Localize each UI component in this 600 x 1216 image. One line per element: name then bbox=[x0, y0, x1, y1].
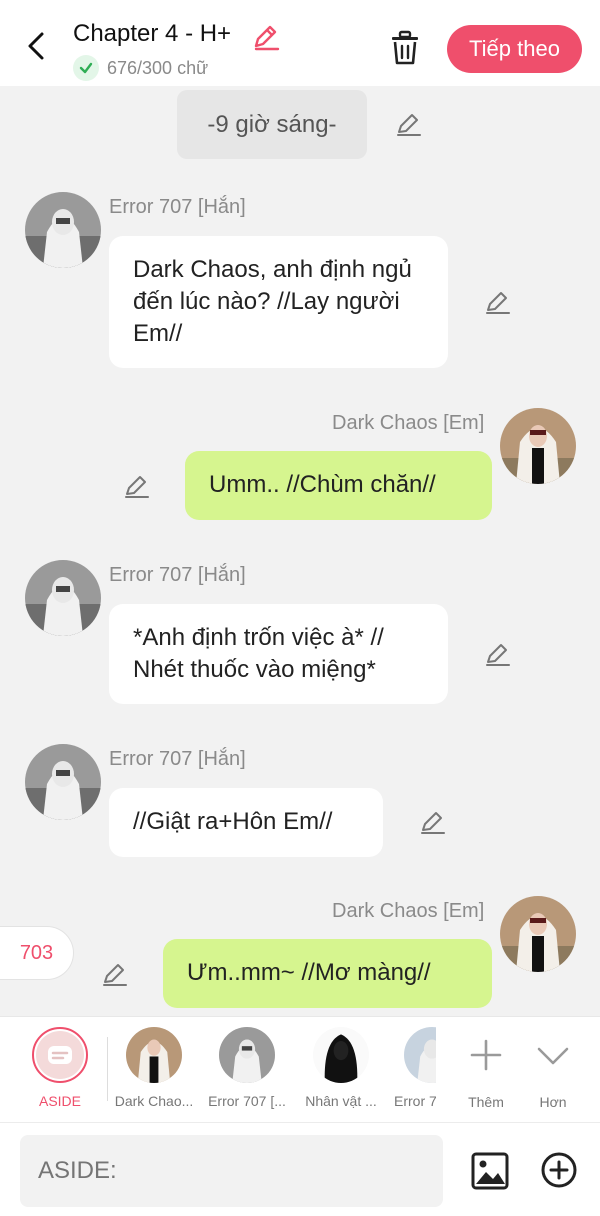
message-bubble[interactable]: Ưm..mm~ //Mơ màng// bbox=[163, 939, 492, 1008]
edit-pencil-icon[interactable] bbox=[100, 960, 128, 988]
character-chip[interactable]: Nhân vật ... bbox=[296, 1027, 386, 1109]
character-label: Error 707 [... bbox=[208, 1093, 286, 1109]
image-icon[interactable] bbox=[470, 1151, 510, 1191]
avatar-dark-chaos[interactable] bbox=[500, 896, 576, 972]
character-chip[interactable]: Dark Chao... bbox=[109, 1027, 199, 1109]
sender-name: Dark Chaos [Em] bbox=[332, 900, 485, 922]
message-bubble[interactable]: Dark Chaos, anh định ngủ đến lúc nào? //… bbox=[109, 236, 448, 368]
edit-pencil-icon[interactable] bbox=[483, 640, 511, 668]
edit-pencil-icon[interactable] bbox=[418, 808, 446, 836]
word-count-row: 676/300 chữ bbox=[73, 55, 208, 81]
message-bubble[interactable]: //Giật ra+Hôn Em// bbox=[109, 788, 383, 857]
divider bbox=[107, 1037, 108, 1101]
trash-icon[interactable] bbox=[388, 30, 422, 66]
avatar-dark-chaos[interactable] bbox=[500, 408, 576, 484]
edit-pencil-icon[interactable] bbox=[483, 288, 511, 316]
floating-count-tab[interactable]: 703 bbox=[0, 926, 74, 980]
chevron-down-icon bbox=[537, 1047, 569, 1065]
plus-icon bbox=[470, 1039, 502, 1071]
character-selector: ASIDE Dark Chao... Error 707 [... Nhân v… bbox=[0, 1016, 600, 1122]
message-bubble[interactable]: Umm.. //Chùm chăn// bbox=[185, 451, 492, 520]
avatar-error-707[interactable] bbox=[25, 744, 101, 820]
sender-name: Dark Chaos [Em] bbox=[332, 412, 485, 434]
more-button[interactable]: Hơn bbox=[508, 1027, 598, 1110]
more-label: Hơn bbox=[539, 1094, 567, 1110]
sender-name: Error 707 [Hắn] bbox=[109, 748, 246, 770]
back-arrow-icon[interactable] bbox=[22, 28, 52, 64]
edit-pencil-icon[interactable] bbox=[394, 110, 422, 138]
character-label: Error 7 bbox=[394, 1093, 436, 1109]
add-circle-icon[interactable] bbox=[540, 1151, 578, 1189]
word-count: 676/300 chữ bbox=[107, 57, 209, 78]
edit-pencil-icon[interactable] bbox=[122, 472, 150, 500]
chapter-title: Chapter 4 - H+ bbox=[73, 20, 232, 47]
edit-pencil-icon[interactable] bbox=[250, 22, 280, 52]
sender-name: Error 707 [Hắn] bbox=[109, 196, 246, 218]
character-label: Nhân vật ... bbox=[305, 1093, 377, 1109]
message-input[interactable] bbox=[20, 1135, 443, 1207]
check-icon bbox=[73, 55, 99, 81]
next-button[interactable]: Tiếp theo bbox=[447, 25, 582, 73]
character-avatar bbox=[404, 1027, 436, 1083]
avatar-error-707[interactable] bbox=[25, 192, 101, 268]
character-chip[interactable]: Error 7 bbox=[380, 1027, 436, 1109]
composer-bar bbox=[0, 1122, 600, 1216]
character-label: Dark Chao... bbox=[114, 1093, 194, 1109]
aside-icon bbox=[32, 1027, 88, 1083]
sender-name: Error 707 [Hắn] bbox=[109, 564, 246, 586]
aside-label: ASIDE bbox=[38, 1093, 81, 1109]
character-avatar bbox=[126, 1027, 182, 1083]
chat-area[interactable]: -9 giờ sáng- Error 707 [Hắn] Dark Chaos,… bbox=[0, 86, 600, 1016]
character-chip[interactable]: Error 707 [... bbox=[202, 1027, 292, 1109]
character-avatar bbox=[219, 1027, 275, 1083]
avatar-error-707[interactable] bbox=[25, 560, 101, 636]
top-bar: Chapter 4 - H+ 676/300 chữ Tiếp theo bbox=[0, 0, 600, 86]
time-marker[interactable]: -9 giờ sáng- bbox=[177, 90, 367, 159]
message-bubble[interactable]: *Anh định trốn việc à* // Nhét thuốc vào… bbox=[109, 604, 448, 704]
aside-button[interactable]: ASIDE bbox=[15, 1027, 105, 1109]
character-avatar bbox=[313, 1027, 369, 1083]
